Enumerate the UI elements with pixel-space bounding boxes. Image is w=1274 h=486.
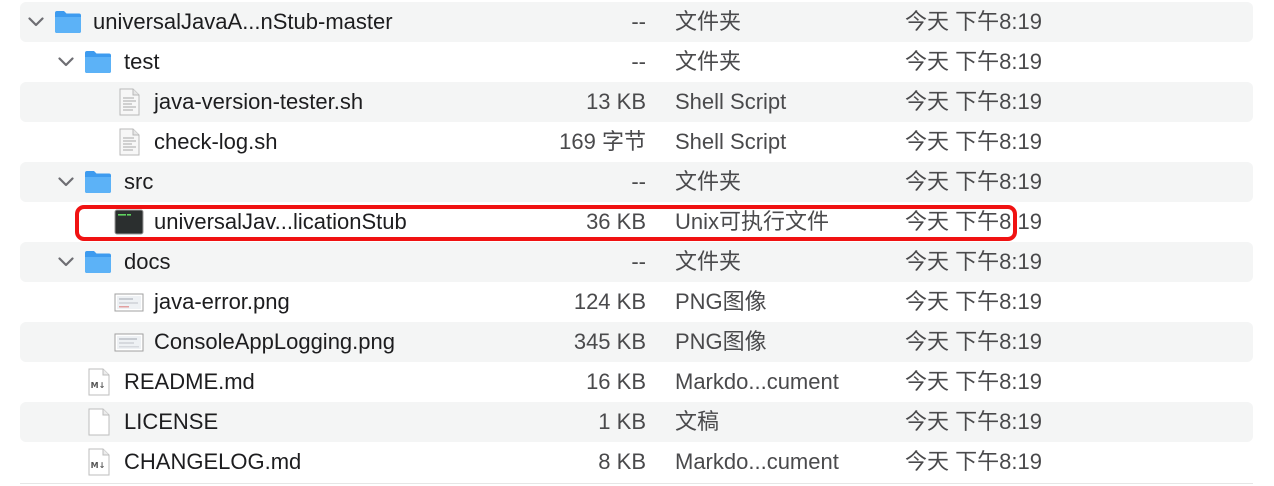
file-name: check-log.sh bbox=[154, 129, 278, 154]
file-date: 今天 下午8:19 bbox=[905, 249, 1042, 274]
markdown-file-icon: M↓ bbox=[84, 447, 114, 477]
file-size: 345 KB bbox=[573, 329, 646, 354]
file-size: 8 KB bbox=[598, 449, 646, 474]
script-file-icon bbox=[114, 87, 144, 117]
svg-text:M↓: M↓ bbox=[91, 461, 106, 470]
folder-icon bbox=[83, 47, 113, 77]
chevron-down-icon[interactable] bbox=[56, 42, 76, 82]
file-kind: Markdo...cument bbox=[675, 369, 839, 394]
list-item-executable[interactable]: universalJav...licationStub 36 KB Unix可执… bbox=[0, 202, 1274, 242]
file-name: src bbox=[124, 169, 154, 194]
markdown-file-icon: M↓ bbox=[84, 367, 114, 397]
image-file-icon bbox=[114, 287, 144, 317]
list-item-check-log[interactable]: check-log.sh 169 字节 Shell Script 今天 下午8:… bbox=[0, 122, 1274, 162]
file-name: universalJav...licationStub bbox=[154, 209, 407, 234]
file-size: 124 KB bbox=[573, 289, 646, 314]
svg-text:M↓: M↓ bbox=[91, 381, 106, 390]
file-kind: 文件夹 bbox=[675, 169, 742, 194]
image-file-icon bbox=[114, 327, 144, 357]
file-kind: Shell Script bbox=[675, 129, 787, 154]
file-date: 今天 下午8:19 bbox=[905, 9, 1042, 34]
file-kind: 文件夹 bbox=[675, 249, 742, 274]
file-list: universalJavaA...nStub-master -- 文件夹 今天 … bbox=[0, 2, 1274, 482]
file-kind: Markdo...cument bbox=[675, 449, 839, 474]
file-size: -- bbox=[631, 9, 646, 34]
file-size: -- bbox=[631, 49, 646, 74]
file-kind: 文件夹 bbox=[675, 9, 742, 34]
file-date: 今天 下午8:19 bbox=[905, 209, 1042, 234]
file-date: 今天 下午8:19 bbox=[905, 49, 1042, 74]
document-file-icon bbox=[84, 407, 114, 437]
file-name: ConsoleAppLogging.png bbox=[154, 329, 395, 354]
file-kind: Shell Script bbox=[675, 89, 787, 114]
file-kind: 文件夹 bbox=[675, 49, 742, 74]
file-name: java-error.png bbox=[154, 289, 290, 314]
file-name: test bbox=[124, 49, 160, 74]
file-size: 169 字节 bbox=[559, 129, 646, 154]
list-item-src-folder[interactable]: src -- 文件夹 今天 下午8:19 bbox=[0, 162, 1274, 202]
file-name: java-version-tester.sh bbox=[154, 89, 364, 114]
list-item-java-error-png[interactable]: java-error.png 124 KB PNG图像 今天 下午8:19 bbox=[0, 282, 1274, 322]
list-item-root-folder[interactable]: universalJavaA...nStub-master -- 文件夹 今天 … bbox=[0, 2, 1274, 42]
list-item-license[interactable]: LICENSE 1 KB 文稿 今天 下午8:19 bbox=[0, 402, 1274, 442]
file-size: 16 KB bbox=[586, 369, 646, 394]
file-size: 1 KB bbox=[598, 409, 646, 434]
file-date: 今天 下午8:19 bbox=[905, 129, 1042, 154]
file-kind: PNG图像 bbox=[675, 289, 767, 314]
file-date: 今天 下午8:19 bbox=[905, 329, 1042, 354]
file-size: -- bbox=[631, 249, 646, 274]
file-name: CHANGELOG.md bbox=[124, 449, 302, 474]
list-item-readme[interactable]: M↓ README.md 16 KB Markdo...cument 今天 下午… bbox=[0, 362, 1274, 402]
file-name: LICENSE bbox=[124, 409, 219, 434]
chevron-down-icon[interactable] bbox=[26, 2, 46, 42]
file-date: 今天 下午8:19 bbox=[905, 369, 1042, 394]
list-item-changelog[interactable]: M↓ CHANGELOG.md 8 KB Markdo...cument 今天 … bbox=[0, 442, 1274, 482]
file-date: 今天 下午8:19 bbox=[905, 449, 1042, 474]
file-date: 今天 下午8:19 bbox=[905, 289, 1042, 314]
file-kind: PNG图像 bbox=[675, 329, 767, 354]
file-name: README.md bbox=[124, 369, 255, 394]
list-item-test-folder[interactable]: test -- 文件夹 今天 下午8:19 bbox=[0, 42, 1274, 82]
folder-icon bbox=[53, 7, 83, 37]
file-date: 今天 下午8:19 bbox=[905, 89, 1042, 114]
file-size: 36 KB bbox=[586, 209, 646, 234]
chevron-down-icon[interactable] bbox=[56, 162, 76, 202]
file-date: 今天 下午8:19 bbox=[905, 169, 1042, 194]
file-date: 今天 下午8:19 bbox=[905, 409, 1042, 434]
list-item-console-app-logging-png[interactable]: ConsoleAppLogging.png 345 KB PNG图像 今天 下午… bbox=[0, 322, 1274, 362]
chevron-down-icon[interactable] bbox=[56, 242, 76, 282]
file-name: universalJavaA...nStub-master bbox=[93, 9, 393, 34]
folder-icon bbox=[83, 247, 113, 277]
file-name: docs bbox=[124, 249, 171, 274]
file-size: 13 KB bbox=[586, 89, 646, 114]
list-item-docs-folder[interactable]: docs -- 文件夹 今天 下午8:19 bbox=[0, 242, 1274, 282]
divider bbox=[20, 483, 1253, 484]
script-file-icon bbox=[114, 127, 144, 157]
list-item-java-version-tester[interactable]: java-version-tester.sh 13 KB Shell Scrip… bbox=[0, 82, 1274, 122]
file-size: -- bbox=[631, 169, 646, 194]
terminal-executable-icon bbox=[114, 207, 144, 237]
file-kind: Unix可执行文件 bbox=[675, 209, 830, 234]
file-kind: 文稿 bbox=[675, 409, 720, 434]
folder-icon bbox=[83, 167, 113, 197]
